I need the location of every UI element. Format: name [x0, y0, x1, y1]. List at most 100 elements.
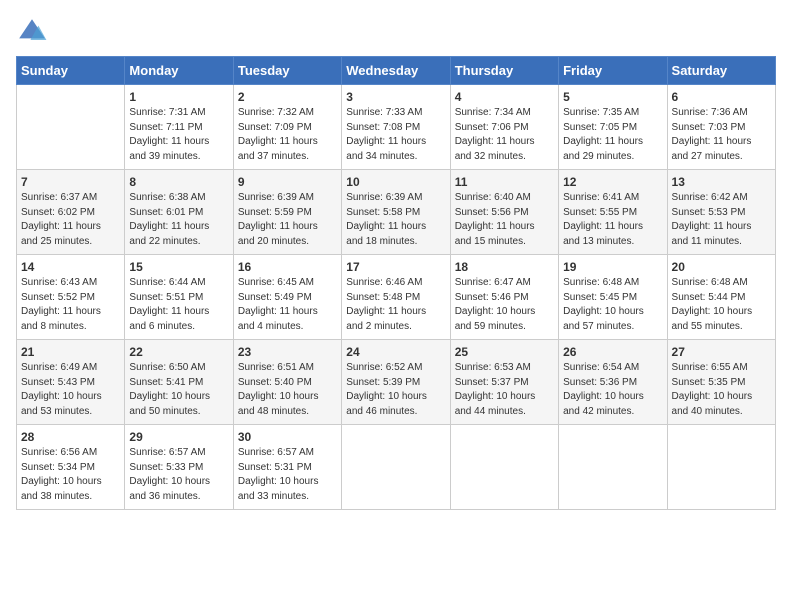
- day-number: 17: [346, 260, 445, 274]
- logo-icon: [16, 16, 48, 48]
- calendar-week-1: 1 Sunrise: 7:31 AM Sunset: 7:11 PM Daylig…: [17, 85, 776, 170]
- calendar-cell: 21Sunrise: 6:49 AM Sunset: 5:43 PM Dayli…: [17, 340, 125, 425]
- calendar-week-4: 21Sunrise: 6:49 AM Sunset: 5:43 PM Dayli…: [17, 340, 776, 425]
- day-info: Sunrise: 6:48 AM Sunset: 5:45 PM Dayligh…: [563, 276, 662, 334]
- calendar-cell: 3Sunrise: 7:33 AM Sunset: 7:08 PM Daylig…: [342, 85, 450, 170]
- day-info: Sunrise: 6:42 AM Sunset: 5:53 PM Dayligh…: [672, 191, 771, 249]
- calendar-cell: 2Sunrise: 7:32 AM Sunset: 7:09 PM Daylig…: [233, 85, 341, 170]
- calendar-cell: 28 Sunrise: 6:56 AM Sunset: 5:34 PM Dayli…: [17, 425, 125, 510]
- calendar-cell: 4 Sunrise: 7:34 AM Sunset: 7:06 PM Daylig…: [450, 85, 558, 170]
- calendar-cell: 12 Sunrise: 6:41 AM Sunset: 5:55 PM Dayli…: [559, 170, 667, 255]
- calendar-cell: 6 Sunrise: 7:36 AM Sunset: 7:03 PM Daylig…: [667, 85, 775, 170]
- calendar-cell: 9 Sunrise: 6:39 AM Sunset: 5:59 PM Daylig…: [233, 170, 341, 255]
- calendar-cell: 11 Sunrise: 6:40 AM Sunset: 5:56 PM Dayli…: [450, 170, 558, 255]
- day-number: 4: [455, 90, 554, 104]
- day-number: 13: [672, 175, 771, 189]
- day-number: 27: [672, 345, 771, 359]
- col-header-sunday: Sunday: [17, 57, 125, 85]
- col-header-tuesday: Tuesday: [233, 57, 341, 85]
- day-number: 3: [346, 90, 445, 104]
- col-header-monday: Monday: [125, 57, 233, 85]
- calendar-cell: [17, 85, 125, 170]
- day-number: 26: [563, 345, 662, 359]
- calendar-cell: 23 Sunrise: 6:51 AM Sunset: 5:40 PM Dayli…: [233, 340, 341, 425]
- day-info: Sunrise: 6:40 AM Sunset: 5:56 PM Dayligh…: [455, 191, 554, 249]
- day-number: 16: [238, 260, 337, 274]
- day-number: 24: [346, 345, 445, 359]
- day-info: Sunrise: 6:51 AM Sunset: 5:40 PM Dayligh…: [238, 361, 337, 419]
- day-info: Sunrise: 6:38 AM Sunset: 6:01 PM Dayligh…: [129, 191, 228, 249]
- calendar-week-2: 7 Sunrise: 6:37 AM Sunset: 6:02 PM Daylig…: [17, 170, 776, 255]
- day-info: Sunrise: 6:52 AM Sunset: 5:39 PM Dayligh…: [346, 361, 445, 419]
- day-number: 19: [563, 260, 662, 274]
- day-number: 22: [129, 345, 228, 359]
- calendar-cell: 24 Sunrise: 6:52 AM Sunset: 5:39 PM Dayli…: [342, 340, 450, 425]
- day-number: 21: [21, 345, 120, 359]
- day-number: 7: [21, 175, 120, 189]
- calendar-cell: [342, 425, 450, 510]
- day-info: Sunrise: 7:31 AM Sunset: 7:11 PM Dayligh…: [129, 106, 228, 164]
- day-number: 9: [238, 175, 337, 189]
- day-info: Sunrise: 6:53 AM Sunset: 5:37 PM Dayligh…: [455, 361, 554, 419]
- calendar-cell: 1 Sunrise: 7:31 AM Sunset: 7:11 PM Daylig…: [125, 85, 233, 170]
- day-info: Sunrise: 6:39 AM Sunset: 5:59 PM Dayligh…: [238, 191, 337, 249]
- calendar-cell: 14 Sunrise: 6:43 AM Sunset: 5:52 PM Dayli…: [17, 255, 125, 340]
- calendar-cell: [450, 425, 558, 510]
- day-info: Sunrise: 6:41 AM Sunset: 5:55 PM Dayligh…: [563, 191, 662, 249]
- page-header: [16, 16, 776, 48]
- day-info: Sunrise: 6:57 AM Sunset: 5:31 PM Dayligh…: [238, 446, 337, 504]
- calendar-cell: 7 Sunrise: 6:37 AM Sunset: 6:02 PM Daylig…: [17, 170, 125, 255]
- day-info: Sunrise: 7:34 AM Sunset: 7:06 PM Dayligh…: [455, 106, 554, 164]
- col-header-saturday: Saturday: [667, 57, 775, 85]
- day-number: 15: [129, 260, 228, 274]
- day-info: Sunrise: 6:48 AM Sunset: 5:44 PM Dayligh…: [672, 276, 771, 334]
- day-number: 29: [129, 430, 228, 444]
- day-info: Sunrise: 7:32 AM Sunset: 7:09 PM Dayligh…: [238, 106, 337, 164]
- day-number: 5: [563, 90, 662, 104]
- calendar-table: SundayMondayTuesdayWednesdayThursdayFrid…: [16, 56, 776, 510]
- day-number: 28: [21, 430, 120, 444]
- day-info: Sunrise: 6:39 AM Sunset: 5:58 PM Dayligh…: [346, 191, 445, 249]
- day-number: 11: [455, 175, 554, 189]
- col-header-thursday: Thursday: [450, 57, 558, 85]
- calendar-cell: 25 Sunrise: 6:53 AM Sunset: 5:37 PM Dayli…: [450, 340, 558, 425]
- calendar-week-3: 14 Sunrise: 6:43 AM Sunset: 5:52 PM Dayli…: [17, 255, 776, 340]
- calendar-cell: 5 Sunrise: 7:35 AM Sunset: 7:05 PM Daylig…: [559, 85, 667, 170]
- calendar-header: SundayMondayTuesdayWednesdayThursdayFrid…: [17, 57, 776, 85]
- day-number: 10: [346, 175, 445, 189]
- calendar-cell: 13 Sunrise: 6:42 AM Sunset: 5:53 PM Dayli…: [667, 170, 775, 255]
- day-info: Sunrise: 6:37 AM Sunset: 6:02 PM Dayligh…: [21, 191, 120, 249]
- day-info: Sunrise: 6:55 AM Sunset: 5:35 PM Dayligh…: [672, 361, 771, 419]
- calendar-cell: 10 Sunrise: 6:39 AM Sunset: 5:58 PM Dayli…: [342, 170, 450, 255]
- day-number: 30: [238, 430, 337, 444]
- day-info: Sunrise: 7:35 AM Sunset: 7:05 PM Dayligh…: [563, 106, 662, 164]
- day-number: 8: [129, 175, 228, 189]
- day-number: 12: [563, 175, 662, 189]
- day-info: Sunrise: 6:43 AM Sunset: 5:52 PM Dayligh…: [21, 276, 120, 334]
- calendar-cell: 18 Sunrise: 6:47 AM Sunset: 5:46 PM Dayli…: [450, 255, 558, 340]
- day-number: 14: [21, 260, 120, 274]
- day-number: 6: [672, 90, 771, 104]
- day-info: Sunrise: 6:54 AM Sunset: 5:36 PM Dayligh…: [563, 361, 662, 419]
- day-info: Sunrise: 6:56 AM Sunset: 5:34 PM Dayligh…: [21, 446, 120, 504]
- day-number: 20: [672, 260, 771, 274]
- calendar-cell: [559, 425, 667, 510]
- calendar-cell: 22Sunrise: 6:50 AM Sunset: 5:41 PM Dayli…: [125, 340, 233, 425]
- day-number: 25: [455, 345, 554, 359]
- day-number: 18: [455, 260, 554, 274]
- calendar-cell: 26 Sunrise: 6:54 AM Sunset: 5:36 PM Dayli…: [559, 340, 667, 425]
- calendar-cell: 19 Sunrise: 6:48 AM Sunset: 5:45 PM Dayli…: [559, 255, 667, 340]
- calendar-week-5: 28 Sunrise: 6:56 AM Sunset: 5:34 PM Dayli…: [17, 425, 776, 510]
- day-info: Sunrise: 7:36 AM Sunset: 7:03 PM Dayligh…: [672, 106, 771, 164]
- day-info: Sunrise: 6:57 AM Sunset: 5:33 PM Dayligh…: [129, 446, 228, 504]
- day-info: Sunrise: 6:44 AM Sunset: 5:51 PM Dayligh…: [129, 276, 228, 334]
- day-info: Sunrise: 6:47 AM Sunset: 5:46 PM Dayligh…: [455, 276, 554, 334]
- day-number: 23: [238, 345, 337, 359]
- day-info: Sunrise: 6:46 AM Sunset: 5:48 PM Dayligh…: [346, 276, 445, 334]
- col-header-friday: Friday: [559, 57, 667, 85]
- day-number: 1: [129, 90, 228, 104]
- logo: [16, 16, 54, 48]
- calendar-cell: 15 Sunrise: 6:44 AM Sunset: 5:51 PM Dayli…: [125, 255, 233, 340]
- day-info: Sunrise: 6:45 AM Sunset: 5:49 PM Dayligh…: [238, 276, 337, 334]
- calendar-cell: [667, 425, 775, 510]
